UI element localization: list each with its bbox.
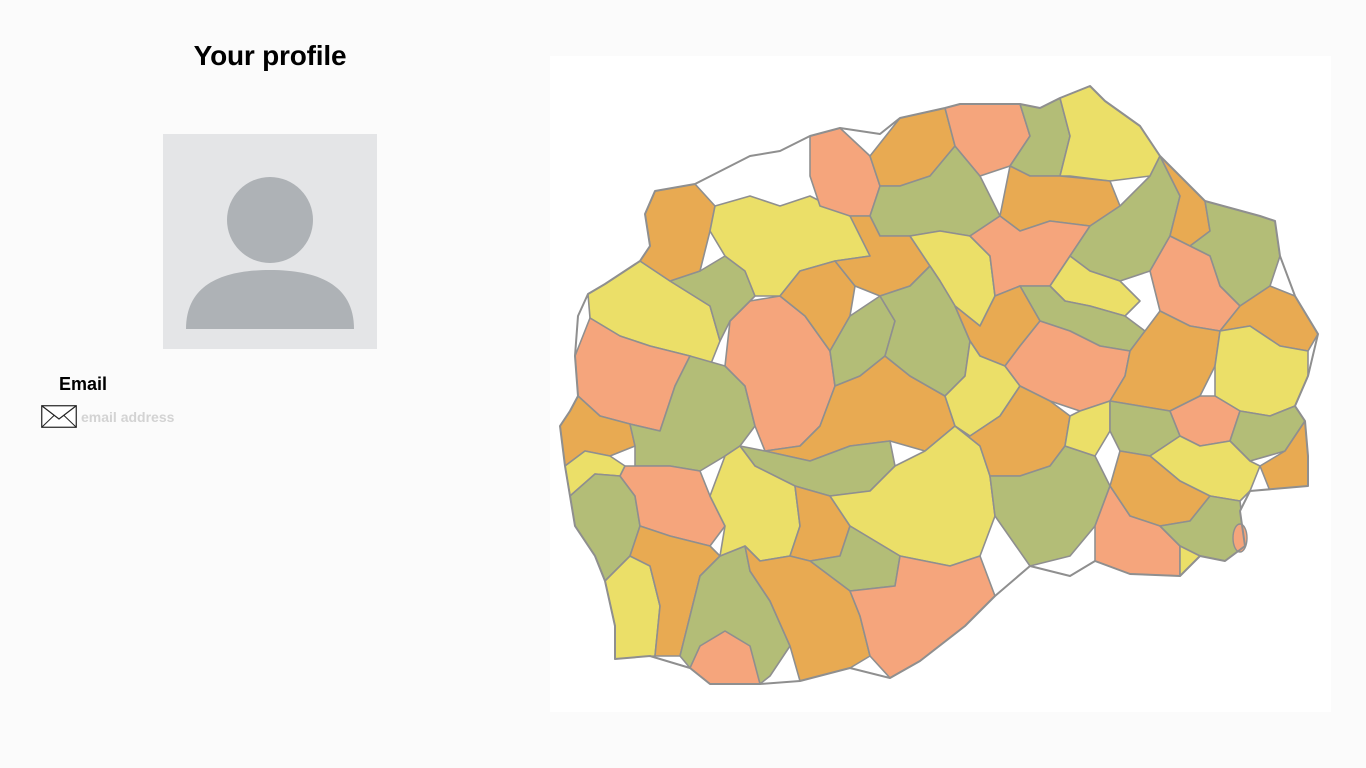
user-silhouette-icon (186, 177, 354, 329)
avatar[interactable] (163, 134, 377, 349)
email-label: Email (59, 374, 108, 394)
envelope-icon (41, 405, 77, 428)
map-region[interactable] (809, 127, 881, 217)
profile-panel: Your profile Email (0, 0, 540, 768)
map-region[interactable] (1064, 400, 1111, 457)
page-title: Your profile (193, 40, 347, 71)
region-map (550, 56, 1331, 712)
municipality-map (559, 85, 1319, 685)
email-field-row (41, 405, 341, 429)
lake-region[interactable] (1232, 523, 1248, 553)
email-input[interactable] (77, 406, 331, 428)
